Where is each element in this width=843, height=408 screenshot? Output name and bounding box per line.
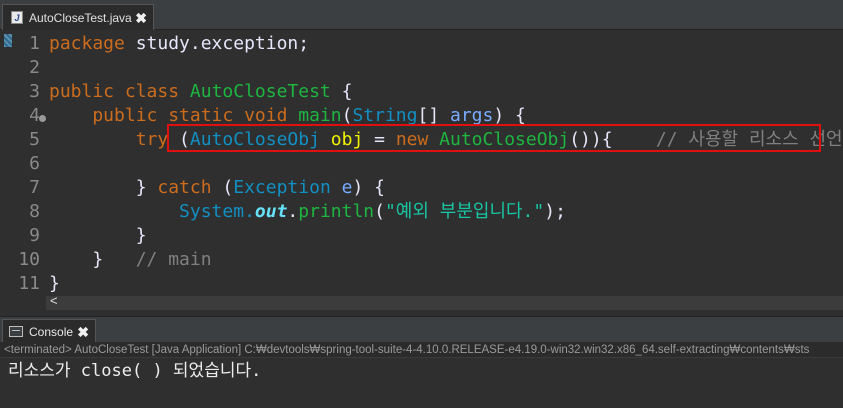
line-number: 7 [29, 177, 40, 198]
console-icon [9, 326, 23, 337]
line-number: 9 [29, 225, 40, 246]
code-token: try [49, 129, 180, 150]
code-token: // main [135, 249, 212, 270]
console-status-line: <terminated> AutoCloseTest [Java Applica… [0, 342, 843, 358]
code-line[interactable]: System.out.println("예외 부분입니다."); [49, 200, 566, 224]
code-token: { [330, 81, 353, 102]
code-line[interactable]: public static void main(String[] args) { [49, 104, 526, 128]
code-token: Exception [233, 177, 342, 198]
console-output-area[interactable]: 리소스가 close( ) 되었습니다. [0, 358, 843, 408]
line-number: 6 [29, 153, 40, 174]
code-token: AutoCloseObj [189, 129, 331, 150]
code-area[interactable]: package study.exception; public class Aut… [49, 30, 843, 296]
console-tab[interactable]: Console ✖ [2, 319, 96, 343]
code-token: ( [374, 201, 385, 222]
fold-collapse-icon[interactable] [39, 115, 46, 122]
code-token: . [287, 201, 299, 222]
close-console-icon[interactable]: ✖ [77, 325, 89, 339]
code-token: obj [330, 129, 364, 150]
editor-tab-bar: J AutoCloseTest.java ✖ [0, 0, 843, 30]
code-token: "예외 부분입니다." [384, 201, 545, 222]
code-token: public static void [49, 105, 299, 126]
code-token: // 사용할 리소스 선언 [612, 129, 843, 150]
code-token: String [352, 105, 418, 126]
line-number: 5 [29, 129, 40, 150]
code-token: ( [222, 177, 234, 198]
editor-tab-autoclosetest[interactable]: J AutoCloseTest.java ✖ [2, 4, 154, 30]
code-line[interactable]: } // main [49, 248, 212, 272]
code-editor[interactable]: 1 2 3 4 5 6 7 8 9 10 11 package study.ex… [0, 30, 843, 310]
console-tab-bar: Console ✖ [0, 316, 843, 343]
line-number: 4 [29, 105, 40, 126]
code-token: } [49, 273, 60, 294]
code-token: = [363, 129, 396, 150]
code-token: catch [157, 177, 223, 198]
code-token: ( [341, 105, 353, 126]
code-line[interactable]: package study.exception; [49, 32, 309, 56]
code-token: AutoCloseObj [439, 129, 570, 150]
code-token: ( [179, 129, 190, 150]
code-token: ) { [352, 177, 385, 198]
code-line[interactable]: public class AutoCloseTest { [49, 80, 352, 104]
code-token: [] [417, 105, 450, 126]
code-token: args [450, 105, 494, 126]
line-number: 10 [18, 249, 40, 270]
console-output-text: 리소스가 close( ) 되었습니다. [8, 361, 262, 381]
code-token: ); [544, 201, 566, 222]
code-token: e [341, 177, 353, 198]
code-token: out [254, 201, 288, 222]
line-number: 8 [29, 201, 40, 222]
code-token: ) { [493, 105, 526, 126]
code-token: package [49, 33, 136, 54]
line-number: 3 [29, 81, 40, 102]
code-token: } [49, 249, 136, 270]
editor-tab-label: AutoCloseTest.java [29, 10, 132, 25]
code-line[interactable]: } catch (Exception e) { [49, 176, 385, 200]
code-token: println [298, 201, 375, 222]
code-line[interactable]: try (AutoCloseObj obj = new AutoCloseObj… [49, 128, 843, 152]
scroll-left-icon[interactable]: < [50, 294, 58, 308]
line-number: 2 [29, 57, 40, 78]
code-token: study.exception; [135, 33, 310, 54]
horizontal-scrollbar[interactable] [46, 296, 843, 310]
code-token: main [298, 105, 342, 126]
line-number: 1 [29, 33, 40, 54]
code-line[interactable]: } [49, 224, 147, 248]
java-file-icon: J [11, 11, 23, 24]
code-token: public class [49, 81, 190, 102]
console-tab-label: Console [29, 324, 74, 339]
code-token: } [49, 225, 147, 246]
code-token: } [49, 177, 158, 198]
code-token: System. [49, 201, 255, 222]
code-token: new [395, 129, 440, 150]
line-number-gutter: 1 2 3 4 5 6 7 8 9 10 11 [12, 30, 46, 296]
code-token: ()){ [569, 129, 613, 150]
close-tab-icon[interactable]: ✖ [135, 11, 147, 25]
line-number: 11 [18, 273, 40, 294]
code-token: AutoCloseTest [189, 81, 331, 102]
